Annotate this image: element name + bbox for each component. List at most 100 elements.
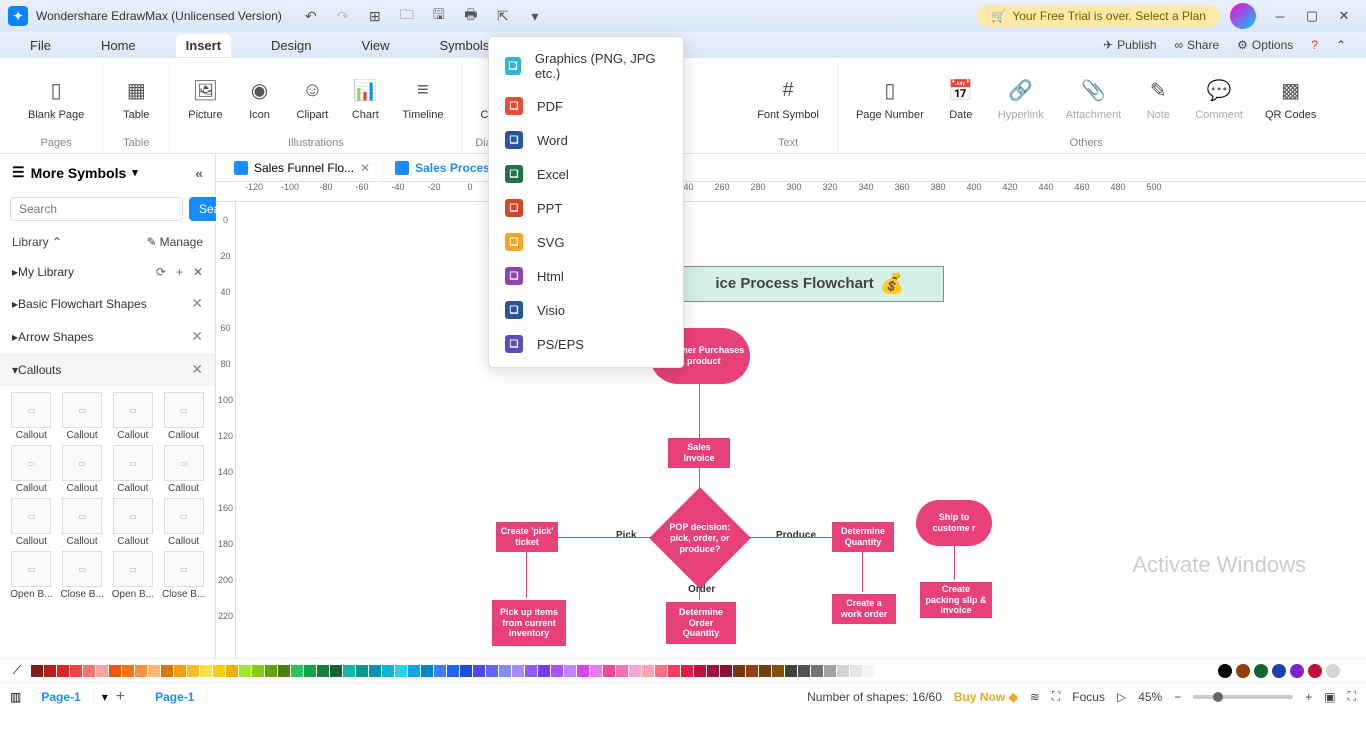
add-page-button[interactable]: + xyxy=(116,688,125,706)
shape-thumbnail[interactable]: ▭Open B... xyxy=(110,551,157,600)
blank-page-button[interactable]: ▯Blank Page xyxy=(18,62,94,135)
color-swatch[interactable] xyxy=(421,665,433,677)
color-swatch[interactable] xyxy=(785,665,797,677)
note-button[interactable]: ✎Note xyxy=(1133,62,1183,135)
color-swatch[interactable] xyxy=(824,665,836,677)
canvas[interactable]: ice Process Flowchart💰 customer Purchase… xyxy=(236,202,1366,658)
color-swatch[interactable] xyxy=(473,665,485,677)
qr-button[interactable]: ▩QR Codes xyxy=(1255,62,1326,135)
color-swatch[interactable] xyxy=(96,665,108,677)
shape-thumbnail[interactable]: ▭Callout xyxy=(8,445,55,494)
export-option[interactable]: ❏Word xyxy=(489,123,683,157)
color-swatch[interactable] xyxy=(681,665,693,677)
color-swatch[interactable] xyxy=(57,665,69,677)
color-swatch[interactable] xyxy=(44,665,56,677)
export-option[interactable]: ❏PPT xyxy=(489,191,683,225)
color-swatch[interactable] xyxy=(564,665,576,677)
user-avatar[interactable] xyxy=(1230,3,1256,29)
menu-design[interactable]: Design xyxy=(261,34,321,57)
color-swatch[interactable] xyxy=(343,665,355,677)
color-swatch[interactable] xyxy=(694,665,706,677)
focus-button[interactable]: Focus xyxy=(1072,690,1105,704)
color-swatch[interactable] xyxy=(265,665,277,677)
color-swatch[interactable] xyxy=(590,665,602,677)
export-option[interactable]: ❏Graphics (PNG, JPG etc.) xyxy=(489,43,683,89)
color-swatch[interactable] xyxy=(369,665,381,677)
color-swatch[interactable] xyxy=(278,665,290,677)
fit-page-icon[interactable]: ▣ xyxy=(1324,690,1335,704)
shape-work-order[interactable]: Create a work order xyxy=(832,594,896,624)
shape-thumbnail[interactable]: ▭Open B... xyxy=(8,551,55,600)
color-swatch[interactable] xyxy=(733,665,745,677)
shape-thumbnail[interactable]: ▭Callout xyxy=(59,445,106,494)
color-swatch[interactable] xyxy=(174,665,186,677)
library-label[interactable]: Library ⌃ xyxy=(12,235,62,249)
print-icon[interactable]: 🖶 xyxy=(462,7,480,25)
close-icon[interactable]: ✕ xyxy=(191,328,203,345)
shape-thumbnail[interactable]: ▭Callout xyxy=(8,498,55,547)
comment-button[interactable]: 💬Comment xyxy=(1185,62,1253,135)
color-swatch[interactable] xyxy=(850,665,862,677)
layers-icon[interactable]: ≋ xyxy=(1030,690,1040,704)
color-swatch[interactable] xyxy=(759,665,771,677)
color-swatch[interactable] xyxy=(200,665,212,677)
shape-thumbnail[interactable]: ▭Callout xyxy=(59,498,106,547)
color-swatch[interactable] xyxy=(252,665,264,677)
shape-thumbnail[interactable]: ▭Close B... xyxy=(160,551,207,600)
color-swatch[interactable] xyxy=(356,665,368,677)
color-swatch[interactable] xyxy=(707,665,719,677)
buy-now-link[interactable]: Buy Now ◆ xyxy=(954,690,1018,704)
collapse-panel-icon[interactable]: « xyxy=(195,165,203,181)
shape-thumbnail[interactable]: ▭Callout xyxy=(160,392,207,441)
table-button[interactable]: ▦Table xyxy=(111,62,161,135)
color-swatch[interactable] xyxy=(122,665,134,677)
color-swatch[interactable] xyxy=(460,665,472,677)
color-swatch[interactable] xyxy=(382,665,394,677)
shape-invoice[interactable]: Sales Invoice xyxy=(668,438,730,468)
shape-thumbnail[interactable]: ▭Callout xyxy=(110,445,157,494)
zoom-slider[interactable] xyxy=(1193,695,1293,699)
tab-sales-funnel[interactable]: Sales Funnel Flo...✕ xyxy=(222,157,383,179)
save-icon[interactable]: 🖫 xyxy=(430,7,448,25)
shape-thumbnail[interactable]: ▭Callout xyxy=(8,392,55,441)
fullscreen-icon[interactable]: ⛶ xyxy=(1348,689,1356,704)
color-swatch[interactable] xyxy=(83,665,95,677)
zoom-in-icon[interactable]: + xyxy=(1305,690,1312,704)
theme-color[interactable] xyxy=(1290,664,1304,678)
color-swatch[interactable] xyxy=(161,665,173,677)
chart-button[interactable]: 📊Chart xyxy=(340,62,390,135)
manage-button[interactable]: ✎ Manage xyxy=(147,235,203,249)
export-icon[interactable]: ⇱ xyxy=(494,7,512,25)
color-swatch[interactable] xyxy=(616,665,628,677)
export-option[interactable]: ❏PDF xyxy=(489,89,683,123)
section-basic-flowchart[interactable]: ▸ Basic Flowchart Shapes✕ xyxy=(0,287,215,320)
shape-ship[interactable]: Ship to custome r xyxy=(916,500,992,546)
date-button[interactable]: 📅Date xyxy=(936,62,986,135)
page-tab-1[interactable]: Page-1 xyxy=(29,688,93,706)
redo-icon[interactable]: ↷ xyxy=(334,7,352,25)
shape-thumbnail[interactable]: ▭Callout xyxy=(160,445,207,494)
shape-thumbnail[interactable]: ▭Close B... xyxy=(59,551,106,600)
shape-decision[interactable]: POP decision: pick, order, or produce? xyxy=(649,487,751,589)
shape-thumbnail[interactable]: ▭Callout xyxy=(110,392,157,441)
more-icon[interactable]: ▾ xyxy=(526,7,544,25)
timeline-button[interactable]: ≡Timeline xyxy=(392,62,453,135)
menu-view[interactable]: View xyxy=(352,34,400,57)
color-swatch[interactable] xyxy=(395,665,407,677)
color-swatch[interactable] xyxy=(31,665,43,677)
color-swatch[interactable] xyxy=(109,665,121,677)
color-swatch[interactable] xyxy=(187,665,199,677)
shape-thumbnail[interactable]: ▭Callout xyxy=(160,498,207,547)
color-swatch[interactable] xyxy=(135,665,147,677)
shape-thumbnail[interactable]: ▭Callout xyxy=(59,392,106,441)
menu-insert[interactable]: Insert xyxy=(176,34,231,57)
color-swatch[interactable] xyxy=(304,665,316,677)
attachment-button[interactable]: 📎Attachment xyxy=(1056,62,1132,135)
color-swatch[interactable] xyxy=(811,665,823,677)
color-swatch[interactable] xyxy=(629,665,641,677)
color-swatch[interactable] xyxy=(213,665,225,677)
color-swatch[interactable] xyxy=(408,665,420,677)
close-button[interactable]: ✕ xyxy=(1330,2,1358,30)
publish-button[interactable]: ✈ Publish xyxy=(1103,38,1156,52)
color-swatch[interactable] xyxy=(447,665,459,677)
